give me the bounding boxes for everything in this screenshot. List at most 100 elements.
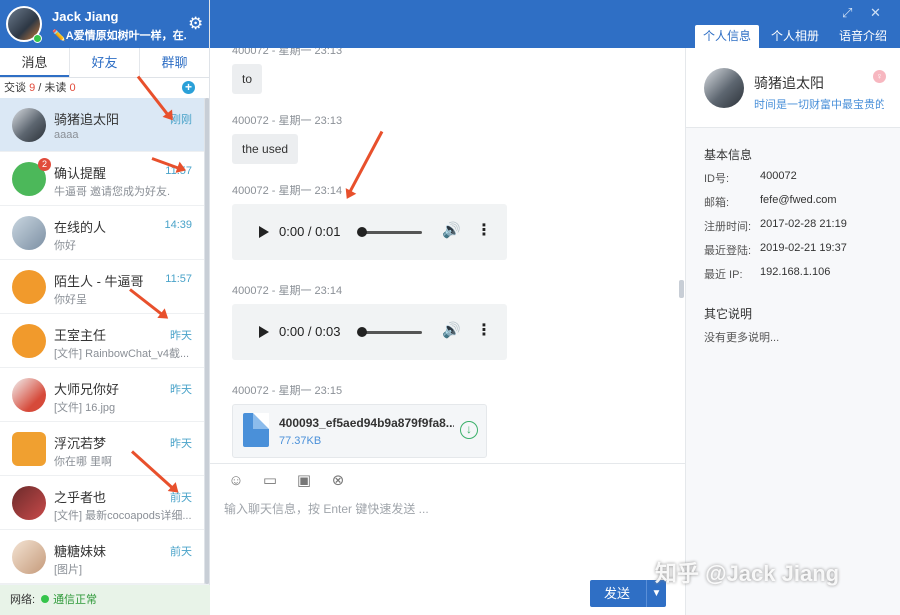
message: 400072 - 星期一 23:14 0:00 / 0:03 🔊 ⋮ [232, 282, 507, 360]
info-value: 192.168.1.106 [760, 266, 830, 278]
conversation-preview: aaaa [54, 129, 194, 141]
message-meta: 400072 - 星期一 23:13 [232, 112, 342, 128]
conversation-title: 之乎者也 [54, 487, 164, 506]
audio-player[interactable]: 0:00 / 0:03 🔊 ⋮ [232, 304, 507, 360]
volume-icon[interactable]: 🔊 [442, 221, 461, 239]
network-label: 网络: [10, 594, 35, 606]
conversation-time: 昨天 [170, 381, 192, 397]
chat-scrollbar[interactable] [679, 280, 684, 298]
audio-progress[interactable] [362, 331, 422, 334]
tab-personal-info[interactable]: 个人信息 [695, 25, 759, 48]
gear-icon[interactable]: ⚙ [188, 14, 203, 34]
tab-messages[interactable]: 消息 [0, 48, 69, 77]
message-bubble[interactable]: to [232, 64, 262, 94]
send-label: 发送 [604, 580, 630, 607]
audio-progress-knob[interactable] [357, 227, 367, 237]
watermark: 知乎 @Jack Jiang [655, 556, 839, 588]
conversation-title: 骑猪追太阳 [54, 109, 164, 128]
info-value: 2019-02-21 19:37 [760, 242, 847, 254]
conversation-time: 昨天 [170, 435, 192, 451]
tab-voice-intro[interactable]: 语音介绍 [831, 25, 895, 48]
network-status-text: 通信正常 [53, 594, 97, 606]
right-tabs: 个人信息 个人相册 语音介绍 [695, 25, 895, 48]
image-file-icon [243, 413, 269, 447]
audio-player[interactable]: 0:00 / 0:01 🔊 ⋮ [232, 204, 507, 260]
my-name: Jack Jiang [52, 9, 119, 24]
message: 400072 - 星期一 23:15 400093_ef5aed94b9a879… [232, 382, 487, 458]
message-meta: 400072 - 星期一 23:15 [232, 382, 487, 398]
emoji-icon[interactable]: ☺ [226, 472, 246, 490]
close-icon[interactable]: ✕ [870, 5, 881, 21]
file-message[interactable]: 400093_ef5aed94b9a879f9fa8... 77.37KB ↓ [232, 404, 487, 458]
info-row: ID号:400072 [704, 170, 729, 186]
list-item[interactable]: 在线的人 你好 14:39 [0, 206, 204, 260]
section-title: 基本信息 [704, 146, 752, 163]
conversation-time: 昨天 [170, 327, 192, 343]
contact-header: 骑猪追太阳 时间是一切财富中最宝贵的... ♀ [686, 48, 900, 128]
info-key: 最近 IP: [704, 269, 743, 281]
my-profile-header: Jack Jiang ✏️A爱情原如树叶一样，在... ⚙ [0, 0, 209, 48]
conversation-time: 前天 [170, 543, 192, 559]
stats-separator: / [38, 82, 41, 94]
my-signature-text: A爱情原如树叶一样，在... [66, 30, 187, 42]
list-item[interactable]: 大师兄你好 [文件] 16.jpg 昨天 [0, 368, 204, 422]
download-icon[interactable]: ↓ [460, 421, 478, 439]
message: 400072 - 星期一 23:13 the used [232, 112, 342, 164]
avatar [12, 486, 46, 520]
info-value: 400072 [760, 170, 797, 182]
play-icon[interactable] [259, 226, 269, 238]
info-key: ID号: [704, 173, 729, 185]
file-size: 77.37KB [279, 435, 321, 447]
list-item[interactable]: 王室主任 [文件] RainbowChat_v4截... 昨天 [0, 314, 204, 368]
status-dot-icon [41, 595, 49, 603]
more-icon[interactable]: ⋮ [476, 320, 492, 340]
more-icon[interactable]: ⋮ [476, 220, 492, 240]
tab-friends[interactable]: 好友 [69, 48, 139, 77]
message-bubble[interactable]: the used [232, 134, 298, 164]
scrollbar-thumb[interactable] [205, 98, 209, 584]
info-key: 邮箱: [704, 197, 729, 209]
list-item[interactable]: 2 确认提醒 牛逼哥 邀请您成为好友. 11:57 [0, 152, 204, 206]
avatar [12, 216, 46, 250]
conversation-title: 在线的人 [54, 217, 164, 236]
contact-signature: 时间是一切财富中最宝贵的... [754, 96, 884, 112]
conversation-list: 骑猪追太阳 aaaa 刚刚 2 确认提醒 牛逼哥 邀请您成为好友. 11:57 … [0, 98, 204, 584]
conversation-title: 浮沉若梦 [54, 433, 164, 452]
info-value: fefe@fwed.com [760, 194, 837, 206]
contact-avatar[interactable] [704, 68, 744, 108]
contact-info-panel: 骑猪追太阳 时间是一切财富中最宝贵的... ♀ 基本信息 ID号:400072 … [685, 48, 900, 615]
conversation-preview: 你好呈 [54, 291, 194, 307]
list-item[interactable]: 陌生人 - 牛逼哥 你好呈 11:57 [0, 260, 204, 314]
info-key: 最近登陆: [704, 245, 751, 257]
folder-icon[interactable]: ▭ [260, 472, 280, 490]
list-item[interactable]: 骑猪追太阳 aaaa 刚刚 [0, 98, 204, 152]
clear-icon[interactable]: ⊗ [328, 472, 348, 490]
tab-groups[interactable]: 群聊 [139, 48, 209, 77]
conversation-preview: [文件] 最新cocoapods详细... [54, 507, 194, 523]
maximize-icon[interactable]: ⤢ [842, 5, 852, 21]
audio-progress[interactable] [362, 231, 422, 234]
image-icon[interactable]: ▣ [294, 472, 314, 490]
plus-icon[interactable]: + [182, 81, 195, 94]
list-item[interactable]: 糖糖妹妹 [图片] 前天 [0, 530, 204, 584]
conversation-time: 11:57 [165, 273, 192, 285]
my-signature: ✏️A爱情原如树叶一样，在... [52, 27, 187, 43]
list-item[interactable]: 浮沉若梦 你在哪 里啊 昨天 [0, 422, 204, 476]
conversation-title: 大师兄你好 [54, 379, 164, 398]
audio-progress-knob[interactable] [357, 327, 367, 337]
conversation-preview: 牛逼哥 邀请您成为好友. [54, 183, 194, 199]
file-name: 400093_ef5aed94b9a879f9fa8... [279, 416, 454, 430]
play-icon[interactable] [259, 326, 269, 338]
volume-icon[interactable]: 🔊 [442, 321, 461, 339]
conversation-preview: 你好 [54, 237, 194, 253]
conversation-preview: 你在哪 里啊 [54, 453, 194, 469]
conversation-title: 糖糖妹妹 [54, 541, 164, 560]
avatar [12, 108, 46, 142]
message-input[interactable]: 输入聊天信息，按 Enter 键快速发送 ... [224, 500, 429, 517]
talk-count: 9 [29, 82, 35, 94]
conversation-preview: [文件] RainbowChat_v4截... [54, 345, 194, 361]
info-value: 2017-02-28 21:19 [760, 218, 847, 230]
audio-time: 0:00 / 0:03 [279, 324, 340, 339]
tab-personal-album[interactable]: 个人相册 [763, 25, 827, 48]
stranger-icon [12, 270, 46, 304]
